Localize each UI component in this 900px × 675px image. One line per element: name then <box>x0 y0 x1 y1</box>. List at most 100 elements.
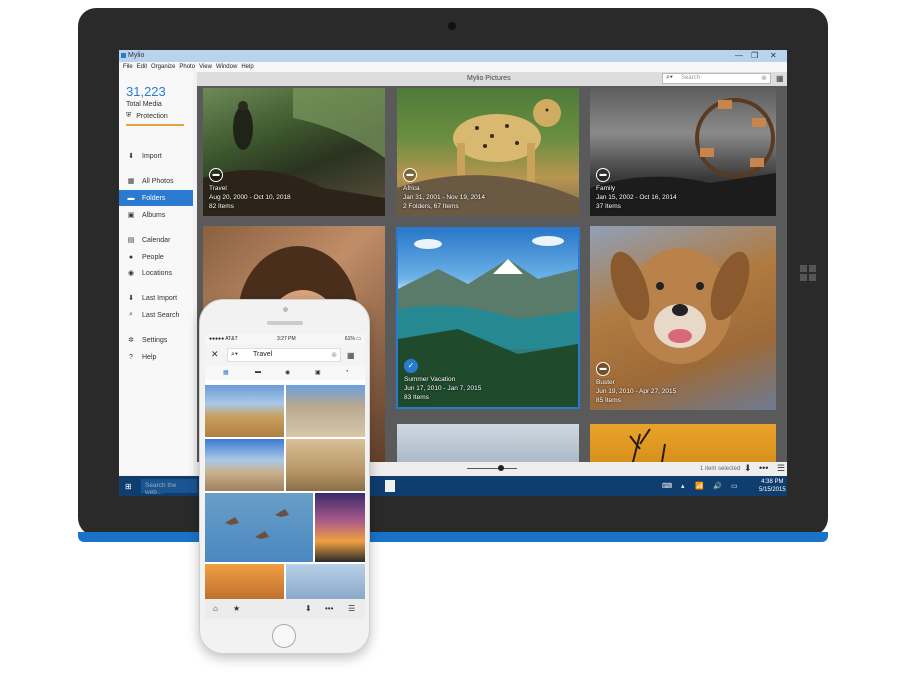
sidebar-item-locations[interactable]: ◉ Locations <box>119 265 193 281</box>
file-explorer-icon[interactable] <box>385 480 395 492</box>
grid-header: Mylio Pictures ⌕▾ Search ⊗ ▦ <box>197 72 787 86</box>
search-icon: ⌕▾ <box>231 351 238 358</box>
close-button[interactable]: ✕ <box>770 51 777 60</box>
menu-photo[interactable]: Photo <box>179 64 195 70</box>
folder-tile-summer-vacation[interactable]: ✓ Summer Vacation Jun 17, 2010 - Jan 7, … <box>396 227 580 409</box>
calendar-tab-icon[interactable]: ◔ <box>345 369 349 375</box>
phone-search-value: Travel <box>253 351 273 358</box>
folder-tile-travel[interactable]: ▬ Travel Aug 20, 2000 - Oct 10, 2018 82 … <box>203 88 385 216</box>
maximize-button[interactable]: ❐ <box>751 51 758 60</box>
media-count: 31,223 <box>126 84 166 99</box>
zoom-slider[interactable] <box>467 468 517 469</box>
phone-photo[interactable] <box>205 564 284 599</box>
sidebar: 31,223 Total Media ⛨ Protection ⬇ Import ▦… <box>119 72 193 475</box>
sidebar-item-last-import[interactable]: ⬇ Last Import <box>119 290 193 306</box>
tile-meta: Family Jan 15, 2002 - Oct 16, 2014 37 It… <box>596 184 677 211</box>
phone-search-row: ✕ ⌕▾ Travel ⊗ ▦ <box>205 344 365 366</box>
sidebar-item-label: Calendar <box>142 236 171 244</box>
help-icon: ? <box>129 353 133 361</box>
star-icon[interactable]: ★ <box>233 604 240 613</box>
shield-icon: ⛨ <box>126 112 132 119</box>
zoom-slider-handle[interactable] <box>498 465 504 471</box>
phone-photo[interactable] <box>286 564 365 599</box>
library-title: Mylio Pictures <box>467 75 511 82</box>
clear-search-icon[interactable]: ⊗ <box>761 74 767 82</box>
phone-camera <box>283 307 288 312</box>
protection-label: Protection <box>136 112 168 120</box>
photos-tab-icon[interactable]: ▦ <box>223 369 229 376</box>
menu-file[interactable]: File <box>123 64 133 70</box>
menu-window[interactable]: Window <box>216 64 237 70</box>
tablet-keyboard-edge <box>78 532 828 542</box>
sidebar-item-people[interactable]: ● People <box>119 249 193 265</box>
tile-meta: Buster Jun 19, 2010 - Apr 27, 2015 85 It… <box>596 378 676 405</box>
folder-tile-africa[interactable]: ▬ Africa Jan 31, 2001 - Nov 19, 2014 2 F… <box>397 88 579 216</box>
sidebar-item-label: Last Import <box>142 294 178 302</box>
more-icon[interactable]: ••• <box>325 604 333 613</box>
sidebar-item-label: Settings <box>142 336 168 344</box>
tile-dates: Jan 15, 2002 - Oct 16, 2014 <box>596 194 677 201</box>
clear-search-icon[interactable]: ⊗ <box>331 351 337 359</box>
share-icon[interactable]: ⬇ <box>744 463 752 474</box>
menu-edit[interactable]: Edit <box>137 64 147 70</box>
keyboard-icon[interactable]: ⌨ <box>662 482 672 490</box>
sidebar-item-label: All Photos <box>142 177 174 185</box>
cranes-photo <box>225 509 289 539</box>
folder-tile-family[interactable]: ▬ Family Jan 15, 2002 - Oct 16, 2014 37 … <box>590 88 776 216</box>
close-icon[interactable]: ✕ <box>211 349 219 360</box>
album-tab-icon[interactable]: ▣ <box>315 369 321 376</box>
phone-screen: ●●●●● AT&T 3:27 PM 61% ▭ ✕ ⌕▾ Travel ⊗ ▦… <box>205 334 365 619</box>
chevron-up-icon[interactable]: ▴ <box>681 482 685 490</box>
sidebar-item-settings[interactable]: ✲ Settings <box>119 332 193 348</box>
menu-view[interactable]: View <box>199 64 212 70</box>
minimize-button[interactable]: — <box>735 51 743 60</box>
phone-photo[interactable] <box>205 385 284 437</box>
check-icon[interactable]: ✓ <box>404 359 418 373</box>
phone-photo[interactable] <box>286 385 365 437</box>
sidebar-item-folders[interactable]: ▬ Folders <box>119 190 193 206</box>
phone-filter-tabs: ▦ ▬ ◉ ▣ ◔ <box>205 366 365 380</box>
phone-photo[interactable] <box>205 493 313 562</box>
share-icon[interactable]: ⬇ <box>305 604 312 613</box>
phone-search-input[interactable]: ⌕▾ Travel ⊗ <box>227 348 341 362</box>
network-icon[interactable]: 📶 <box>695 482 704 490</box>
volume-icon[interactable]: 🔊 <box>713 482 722 490</box>
more-icon[interactable]: ••• <box>759 463 768 473</box>
tile-name: Summer Vacation <box>404 376 456 383</box>
sidebar-item-import[interactable]: ⬇ Import <box>119 148 193 164</box>
sidebar-item-all-photos[interactable]: ▦ All Photos <box>119 173 193 189</box>
title-bar: Mylio — ❐ ✕ <box>119 50 787 62</box>
view-grid-icon[interactable]: ▦ <box>347 351 355 360</box>
phone-photo[interactable] <box>315 493 365 562</box>
camera-tab-icon[interactable]: ◉ <box>285 369 290 376</box>
folder-tab-icon[interactable]: ▬ <box>255 369 261 375</box>
phone-photo[interactable] <box>205 439 284 491</box>
sidebar-item-albums[interactable]: ▣ Albums <box>119 207 193 223</box>
menu-icon[interactable]: ☰ <box>348 604 355 613</box>
windows-logo-icon <box>800 265 816 281</box>
home-icon[interactable]: ⌂ <box>213 604 218 613</box>
phone-photo[interactable] <box>286 439 365 491</box>
sidebar-item-help[interactable]: ? Help <box>119 349 193 365</box>
sidebar-item-last-search[interactable]: ⌕ Last Search <box>119 307 193 323</box>
taskbar-search[interactable]: Search the web... <box>141 479 197 496</box>
home-button[interactable] <box>272 624 296 648</box>
sidebar-item-label: People <box>142 253 164 261</box>
menu-icon[interactable]: ☰ <box>777 463 785 474</box>
start-button[interactable]: ⊞ <box>125 482 132 491</box>
folder-icon: ▬ <box>596 168 610 182</box>
folder-tile-buster[interactable]: ▬ Buster Jun 19, 2010 - Apr 27, 2015 85 … <box>590 226 776 410</box>
menu-bar: File Edit Organize Photo View Window Help <box>119 62 787 72</box>
menu-organize[interactable]: Organize <box>151 64 175 70</box>
clock[interactable]: 4:38 PM 5/15/2015 <box>759 478 786 494</box>
sidebar-item-label: Last Search <box>142 311 180 319</box>
notification-icon[interactable]: ▭ <box>731 482 738 490</box>
tile-meta: Summer Vacation Jun 17, 2010 - Jan 7, 20… <box>404 375 481 402</box>
protection-progress <box>126 124 184 126</box>
tile-name: Travel <box>209 185 227 192</box>
view-grid-icon[interactable]: ▦ <box>776 74 784 83</box>
menu-help[interactable]: Help <box>241 64 253 70</box>
sidebar-item-calendar[interactable]: ▤ Calendar <box>119 232 193 248</box>
protection-link[interactable]: ⛨ Protection <box>126 112 168 120</box>
search-input[interactable]: ⌕▾ Search ⊗ <box>662 73 771 84</box>
